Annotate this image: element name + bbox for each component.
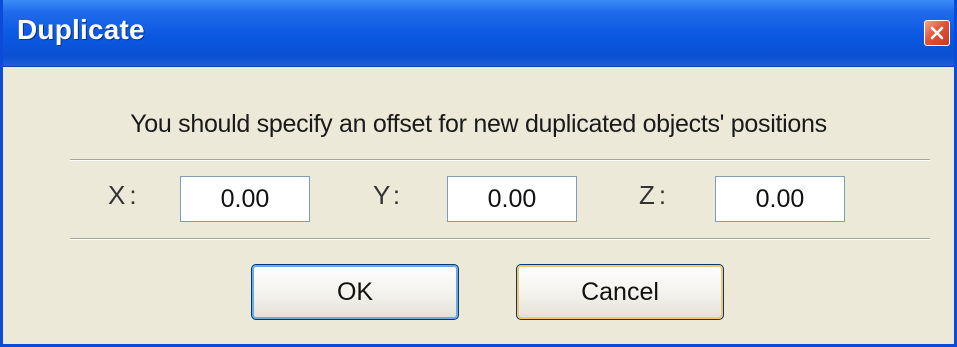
y-offset-input[interactable] (447, 176, 577, 222)
x-label: X: (108, 180, 141, 210)
bottom-divider (70, 238, 930, 240)
y-label: Y: (373, 180, 405, 210)
offset-instruction-text: You should specify an offset for new dup… (130, 110, 827, 138)
title-bar[interactable]: Duplicate (3, 0, 954, 67)
close-icon (930, 26, 944, 40)
duplicate-dialog: Duplicate You should specify an offset f… (0, 0, 957, 347)
cancel-button[interactable]: Cancel (516, 264, 724, 320)
top-divider (70, 159, 930, 161)
close-button[interactable] (924, 20, 950, 46)
z-offset-input[interactable] (715, 176, 845, 222)
x-offset-input[interactable] (180, 176, 310, 222)
ok-button[interactable]: OK (251, 264, 459, 320)
window-title: Duplicate (17, 14, 145, 45)
z-label: Z: (639, 180, 671, 210)
